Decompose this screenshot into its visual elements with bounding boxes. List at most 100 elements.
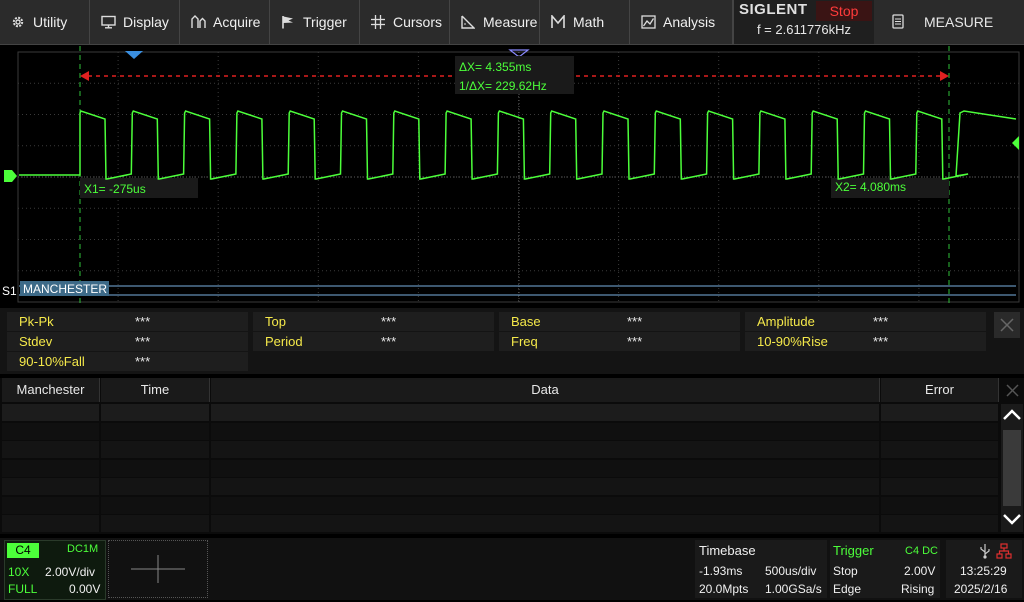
decode-table-row[interactable] xyxy=(2,441,999,458)
scroll-thumb[interactable] xyxy=(1003,430,1021,506)
menu-measure[interactable]: Measure xyxy=(450,0,540,44)
decode-column-time[interactable]: Time xyxy=(101,378,210,402)
decode-table-row[interactable] xyxy=(2,496,999,514)
menu-display[interactable]: Display xyxy=(90,0,180,44)
document-icon xyxy=(892,14,906,30)
analysis-icon xyxy=(640,14,656,30)
decode-table-cell xyxy=(881,515,998,532)
delta-right-arrow xyxy=(940,71,949,81)
scroll-up-button[interactable] xyxy=(1001,404,1023,428)
menu-acquire[interactable]: Acquire xyxy=(180,0,270,44)
menu-math-label: Math xyxy=(573,14,605,30)
run-state-badge[interactable]: Stop xyxy=(816,1,872,21)
measurement-close-button[interactable] xyxy=(994,312,1020,338)
decode-table-cell xyxy=(211,422,879,440)
cursor-x1-label: X1= -275us xyxy=(84,182,146,196)
trigger-slope: Rising xyxy=(901,582,935,596)
menu-analysis-label: Analysis xyxy=(663,14,716,30)
measurement-value: *** xyxy=(617,332,740,351)
decode-table-cell xyxy=(101,422,209,440)
menu-cursors-label: Cursors xyxy=(393,14,443,30)
measurement-panel: Pk-Pk *** Top *** Base *** Amplitude *** Stdev **… xyxy=(0,308,1024,374)
clock-date: 2025/2/16 xyxy=(954,582,1008,596)
menu-math[interactable]: Math xyxy=(540,0,630,44)
plus-icon xyxy=(131,555,185,583)
menu-trigger[interactable]: Trigger xyxy=(270,0,360,44)
timebase-sample-rate: 1.00GSa/s xyxy=(765,582,822,596)
menu-display-label: Display xyxy=(123,14,169,30)
decode-column-data[interactable]: Data xyxy=(211,378,880,402)
trigger-source: C4 DC xyxy=(905,545,939,557)
decode-table-row[interactable] xyxy=(2,459,999,477)
decode-table-cell xyxy=(2,459,99,477)
decode-table-row[interactable] xyxy=(2,404,999,421)
measurement-label: Freq xyxy=(499,332,618,351)
decode-table-cell xyxy=(881,422,998,440)
menu-analysis[interactable]: Analysis xyxy=(630,0,733,44)
timebase-box[interactable]: Timebase -1.93ms 500us/div 20.0Mpts 1.00… xyxy=(695,540,827,598)
chevron-up-icon xyxy=(1003,409,1021,420)
crosshair-icon xyxy=(370,14,386,30)
decode-table-cell xyxy=(101,515,209,532)
decode-scrollbar[interactable] xyxy=(1001,404,1023,532)
decode-table-row[interactable] xyxy=(2,478,999,495)
channel-offset-marker xyxy=(4,170,17,182)
measurement-label: Pk-Pk xyxy=(7,312,126,331)
add-channel-button[interactable] xyxy=(108,540,208,598)
clock-time: 13:25:29 xyxy=(960,564,1007,578)
trigger-box[interactable]: Trigger C4 DC Stop 2.00V Edge Rising xyxy=(830,540,940,598)
menu-utility[interactable]: Utility xyxy=(0,0,90,44)
timebase-scale: 500us/div xyxy=(765,564,817,578)
decode-table-cell xyxy=(101,404,209,421)
decode-table-cell xyxy=(211,496,879,514)
waveform-display[interactable]: ΔX= 4.355ms 1/ΔX= 229.62Hz X1= -275us X2… xyxy=(0,46,1024,304)
measure-icon xyxy=(460,14,476,30)
decode-table-row[interactable] xyxy=(2,515,999,532)
decode-column-manchester[interactable]: Manchester xyxy=(2,378,100,402)
decode-close-button[interactable] xyxy=(1002,380,1022,400)
decode-table-cell xyxy=(2,422,99,440)
decode-protocol-label: MANCHESTER xyxy=(23,282,107,296)
measurement-value: *** xyxy=(863,332,986,351)
measurement-label: 10-90%Rise xyxy=(745,332,864,351)
network-disconnected-icon xyxy=(996,543,1012,559)
inv-delta-x-text: 1/ΔX= 229.62Hz xyxy=(459,79,547,93)
menu-cursors[interactable]: Cursors xyxy=(360,0,450,44)
close-icon xyxy=(1000,318,1014,332)
decode-table-cell xyxy=(881,404,998,421)
gear-icon xyxy=(10,14,26,30)
scroll-down-button[interactable] xyxy=(1001,508,1023,532)
measurement-value: *** xyxy=(617,312,740,331)
decode-table-row[interactable] xyxy=(2,422,999,440)
trigger-title: Trigger xyxy=(833,543,874,558)
decode-table-cell xyxy=(2,404,99,421)
decode-table-cell xyxy=(101,496,209,514)
decode-table-cell xyxy=(2,478,99,495)
measurement-label: Amplitude xyxy=(745,312,864,331)
decode-table-cell xyxy=(211,478,879,495)
menu-acquire-label: Acquire xyxy=(213,14,261,30)
measurement-label: Stdev xyxy=(7,332,126,351)
decode-table-cell xyxy=(211,459,879,477)
channel-name-badge: C4 xyxy=(7,543,39,558)
decode-table-cell xyxy=(211,404,879,421)
decode-table-cell xyxy=(211,441,879,458)
channel-c4-box[interactable]: C4 DC1M 10X 2.00V/div FULL 0.00V xyxy=(4,540,106,600)
measurement-label: Period xyxy=(253,332,372,351)
delta-x-text: ΔX= 4.355ms xyxy=(459,60,531,74)
delta-left-arrow xyxy=(80,71,89,81)
decode-column-error[interactable]: Error xyxy=(881,378,999,402)
decode-table-cell xyxy=(881,459,998,477)
trigger-level-marker xyxy=(1012,136,1019,150)
usb-icon xyxy=(980,544,990,559)
brand-status-box: SIGLENT Stop f = 2.611776kHz xyxy=(733,0,874,44)
channel-scale: 2.00V/div xyxy=(45,565,96,579)
menu-measure-label: Measure xyxy=(483,14,538,30)
measure-button[interactable]: MEASURE xyxy=(876,0,1024,44)
brand-logo: SIGLENT xyxy=(739,1,808,18)
decode-table-cell xyxy=(2,496,99,514)
decode-table-cell xyxy=(211,515,879,532)
chevron-down-icon xyxy=(1003,514,1021,525)
channel-bandwidth: FULL xyxy=(8,582,38,596)
decode-channel-tag: S1 xyxy=(2,284,17,298)
